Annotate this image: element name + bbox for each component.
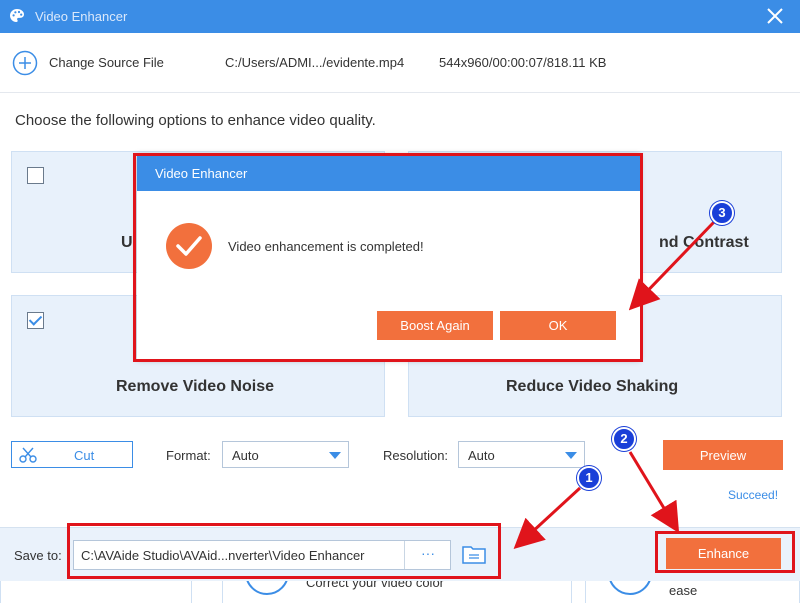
source-file-meta: 544x960/00:00:07/818.11 KB (439, 55, 607, 70)
dialog-title: Video Enhancer (155, 166, 248, 181)
background-card-left (0, 581, 192, 603)
option-noise-checkbox[interactable] (27, 312, 44, 329)
boost-again-button[interactable]: Boost Again (377, 311, 493, 340)
window-title: Video Enhancer (35, 9, 128, 24)
step-marker-2: 2 (612, 427, 636, 451)
instruction-text: Choose the following options to enhance … (15, 112, 376, 129)
background-card-middle: Correct your video color (222, 581, 572, 603)
cut-button[interactable]: Cut (11, 441, 133, 468)
save-path-field[interactable]: C:\AVAide Studio\AVAid...nverter\Video E… (73, 540, 451, 570)
preview-button[interactable]: Preview (663, 440, 783, 470)
title-bar: Video Enhancer (0, 0, 800, 33)
close-icon[interactable] (766, 7, 784, 25)
step-marker-1: 1 (577, 466, 601, 490)
source-file-bar: Change Source File C:/Users/ADMI.../evid… (0, 33, 800, 93)
status-text: Succeed! (728, 488, 779, 502)
step-marker-3: 3 (710, 201, 734, 225)
resolution-value: Auto (468, 448, 495, 463)
save-path-text: C:\AVAide Studio\AVAid...nverter\Video E… (81, 548, 365, 563)
enhance-button[interactable]: Enhance (666, 538, 781, 569)
save-to-label: Save to: (14, 548, 62, 563)
browse-button[interactable]: ··· (404, 541, 451, 569)
background-cards: Correct your video color ease (0, 581, 800, 603)
background-card-circle (608, 581, 652, 595)
change-source-file-button[interactable]: Change Source File (49, 55, 164, 70)
resolution-select[interactable]: Auto (458, 441, 585, 468)
palette-icon (10, 9, 24, 22)
option-upscale-label: U (121, 234, 133, 251)
resolution-label: Resolution: (383, 448, 449, 463)
option-noise-label: Remove Video Noise (116, 378, 274, 395)
success-check-icon (166, 223, 212, 269)
option-contrast-label: nd Contrast (659, 234, 749, 251)
background-card-middle-text: Correct your video color (306, 581, 444, 590)
scissors-icon (19, 447, 37, 463)
option-upscale-checkbox[interactable] (27, 167, 44, 184)
cut-label: Cut (74, 448, 95, 463)
chevron-down-icon (329, 452, 341, 459)
folder-icon[interactable] (461, 542, 487, 566)
ok-button[interactable]: OK (500, 311, 616, 340)
dialog-title-bar: Video Enhancer (137, 155, 640, 191)
format-value: Auto (232, 448, 259, 463)
format-label: Format: (166, 448, 211, 463)
format-select[interactable]: Auto (222, 441, 349, 468)
source-file-path: C:/Users/ADMI.../evidente.mp4 (225, 55, 405, 70)
dialog-message: Video enhancement is completed! (228, 239, 424, 254)
completion-dialog: Video Enhancer Video enhancement is comp… (137, 155, 640, 360)
background-card-right: ease (585, 581, 800, 603)
option-shaking-label: Reduce Video Shaking (506, 378, 679, 395)
chevron-down-icon (565, 452, 577, 459)
checkmark-icon (176, 236, 202, 256)
save-bar: Save to: C:\AVAide Studio\AVAid...nverte… (0, 527, 800, 581)
background-card-circle (245, 581, 289, 595)
background-card-right-text: ease (669, 583, 698, 598)
add-circle-icon[interactable] (12, 50, 38, 76)
